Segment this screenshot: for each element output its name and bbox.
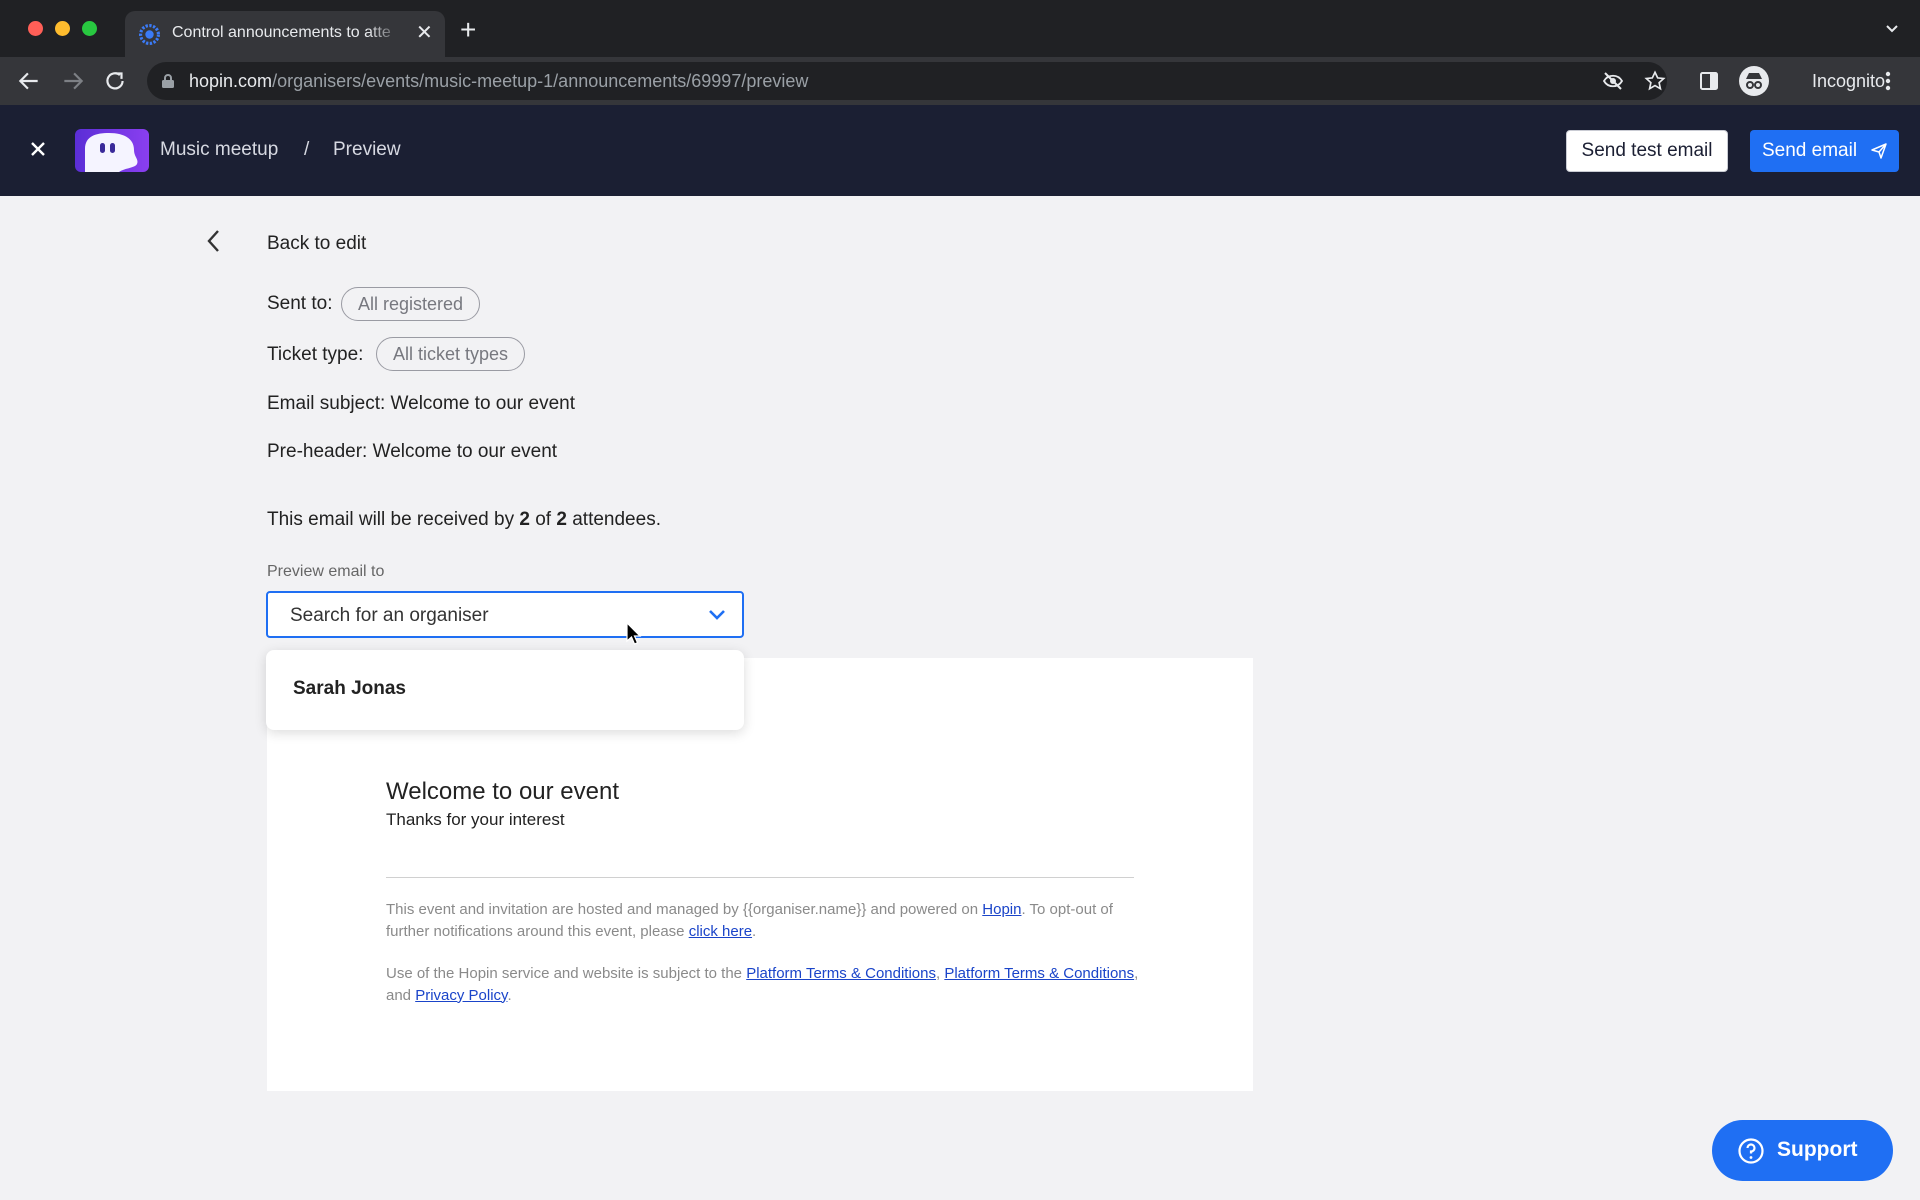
side-panel-icon[interactable] [1699, 71, 1719, 91]
support-button[interactable]: Support [1712, 1120, 1893, 1181]
email-subtitle: Thanks for your interest [386, 810, 565, 829]
sent-to-label: Sent to: [267, 293, 333, 314]
recipient-summary: This email will be received by 2 of 2 at… [267, 509, 661, 530]
back-arrow-icon[interactable] [16, 68, 42, 94]
preview-recipient-placeholder: Search for an organiser [290, 605, 489, 626]
email-title: Welcome to our event [386, 778, 620, 805]
url-text: hopin.com/organisers/events/music-meetup… [189, 71, 809, 91]
email-footer-notice: This event and invitation are hosted and… [386, 901, 1113, 940]
hopin-favicon-icon [139, 24, 160, 45]
breadcrumb-current: Preview [333, 139, 401, 160]
sent-to-badge: All registered [341, 287, 481, 321]
email-divider [386, 877, 1134, 878]
tab-title: Control announcements to atte [172, 24, 391, 41]
tab-search-chevron-icon[interactable] [1884, 20, 1900, 36]
help-circle-icon [1738, 1138, 1764, 1164]
chevron-down-icon[interactable] [708, 607, 726, 621]
window-zoom-button[interactable] [82, 21, 97, 36]
preview-email-label: Preview email to [267, 563, 385, 580]
ticket-type-label: Ticket type: [267, 344, 364, 365]
send-test-email-button[interactable]: Send test email [1566, 130, 1728, 172]
send-email-button[interactable]: Send email [1750, 130, 1899, 172]
address-bar[interactable]: hopin.com/organisers/events/music-meetup… [147, 62, 1667, 100]
back-chevron-icon[interactable] [202, 228, 226, 254]
forward-arrow-icon[interactable] [60, 68, 86, 94]
preview-recipient-select[interactable]: Search for an organiser [266, 591, 744, 638]
email-footer-terms: Use of the Hopin service and website is … [386, 965, 1139, 1004]
terms-link-1[interactable]: Platform Terms & Conditions [746, 965, 936, 982]
privacy-policy-link[interactable]: Privacy Policy [415, 987, 507, 1004]
ghost-mascot-icon [85, 133, 138, 172]
back-to-edit-link[interactable]: Back to edit [267, 233, 366, 255]
breadcrumb-separator: / [304, 139, 310, 160]
incognito-label: Incognito [1812, 71, 1886, 91]
send-email-label: Send email [1762, 140, 1858, 161]
terms-link-2[interactable]: Platform Terms & Conditions [944, 965, 1134, 982]
event-logo [75, 129, 149, 172]
opt-out-link[interactable]: click here [689, 923, 752, 940]
dropdown-option[interactable]: Sarah Jonas [293, 678, 406, 700]
browser-tab[interactable]: Control announcements to atte ✕ [125, 11, 445, 57]
new-tab-icon[interactable]: + [460, 16, 476, 44]
window-close-button[interactable] [28, 21, 43, 36]
browser-menu-icon[interactable] [1884, 70, 1892, 92]
browser-tab-bar: Control announcements to atte ✕ + [0, 0, 1920, 57]
tab-close-icon[interactable]: ✕ [416, 22, 433, 44]
ticket-type-badge: All ticket types [376, 337, 526, 371]
window-minimize-button[interactable] [55, 21, 70, 36]
breadcrumb-event[interactable]: Music meetup [160, 139, 278, 161]
support-label: Support [1777, 1138, 1858, 1161]
close-icon[interactable] [27, 138, 49, 160]
pre-header: Pre-header: Welcome to our event [267, 441, 558, 462]
bookmark-star-icon[interactable] [1644, 70, 1666, 92]
eye-slash-icon[interactable] [1602, 71, 1624, 91]
email-subject: Email subject: Welcome to our event [267, 393, 576, 414]
reload-icon[interactable] [102, 68, 128, 94]
lock-icon[interactable] [161, 73, 175, 89]
recipient-dropdown: Sarah Jonas [266, 650, 744, 730]
incognito-icon[interactable] [1738, 65, 1770, 97]
paper-plane-icon [1871, 143, 1887, 159]
hopin-link[interactable]: Hopin [982, 901, 1021, 918]
browser-toolbar: hopin.com/organisers/events/music-meetup… [0, 57, 1920, 105]
app-header: Music meetup / Preview Send test email S… [0, 105, 1920, 196]
mouse-cursor-icon [626, 622, 642, 645]
